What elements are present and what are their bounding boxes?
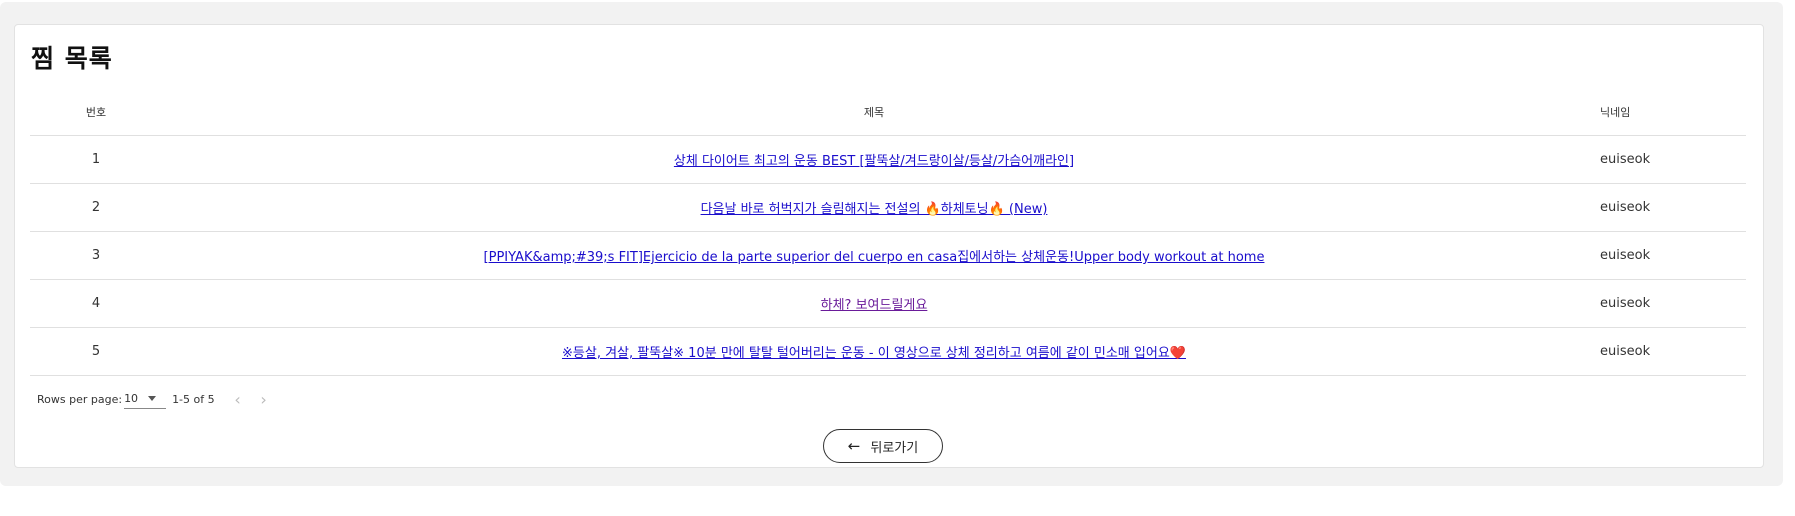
- table-row: 4 하체? 보여드릴게요 euiseok: [30, 279, 1746, 328]
- chevron-left-icon[interactable]: ‹: [225, 387, 251, 411]
- rows-per-page-value: 10: [124, 391, 139, 405]
- table-row: 1 상체 다이어트 최고의 운동 BEST [팔뚝살/겨드랑이살/등살/가슴어깨…: [30, 135, 1746, 184]
- table-row: 2 다음날 바로 허벅지가 슬림해지는 전설의 🔥하체토닝🔥 (New) eui…: [30, 183, 1746, 232]
- table-header-row: 번호 제목 닉네임: [30, 89, 1746, 136]
- arrow-left-icon: ←: [847, 437, 861, 455]
- page-background: 찜 목록 번호 제목 닉네임 1 상체 다이어트 최고의 운동 BEST [팔뚝…: [0, 2, 1783, 486]
- wishlist-table: 번호 제목 닉네임 1 상체 다이어트 최고의 운동 BEST [팔뚝살/겨드랑…: [30, 89, 1746, 376]
- rows-per-page-select[interactable]: 10: [124, 390, 167, 409]
- row-title-link[interactable]: [PPIYAK&amp;#39;s FIT]Ejercicio de la pa…: [484, 250, 1265, 265]
- caret-down-icon: [148, 395, 157, 401]
- page-range-text: 1-5 of 5: [172, 392, 215, 406]
- wishlist-card: 찜 목록 번호 제목 닉네임 1 상체 다이어트 최고의 운동 BEST [팔뚝…: [14, 24, 1764, 468]
- row-title-link[interactable]: 다음날 바로 허벅지가 슬림해지는 전설의 🔥하체토닝🔥 (New): [701, 202, 1048, 217]
- table-row: 5 ※등살, 겨살, 팔뚝살※ 10분 만에 탈탈 털어버리는 운동 - 이 영…: [30, 327, 1746, 376]
- row-nickname: euiseok: [1586, 231, 1746, 280]
- row-number: 3: [30, 231, 162, 280]
- table-pagination: Rows per page: 10 1-5 of 5 ‹ ›: [37, 385, 277, 413]
- row-number: 1: [30, 135, 162, 184]
- row-title-link[interactable]: 상체 다이어트 최고의 운동 BEST [팔뚝살/겨드랑이살/등살/가슴어깨라인…: [674, 154, 1074, 169]
- row-nickname: euiseok: [1586, 279, 1746, 328]
- row-nickname: euiseok: [1586, 135, 1746, 184]
- row-number: 2: [30, 183, 162, 232]
- chevron-right-icon[interactable]: ›: [251, 387, 277, 411]
- row-title-link[interactable]: 하체? 보여드릴게요: [821, 298, 928, 313]
- row-title-link[interactable]: ※등살, 겨살, 팔뚝살※ 10분 만에 탈탈 털어버리는 운동 - 이 영상으…: [562, 346, 1186, 361]
- header-nickname: 닉네임: [1586, 89, 1746, 136]
- page-title: 찜 목록: [31, 44, 113, 73]
- table-row: 3 [PPIYAK&amp;#39;s FIT]Ejercicio de la …: [30, 231, 1746, 280]
- back-button[interactable]: ← 뒤로가기: [823, 429, 943, 463]
- row-nickname: euiseok: [1586, 327, 1746, 376]
- rows-per-page-label: Rows per page:: [37, 392, 123, 406]
- header-title: 제목: [162, 89, 1586, 136]
- row-number: 5: [30, 327, 162, 376]
- header-number: 번호: [30, 89, 162, 136]
- row-nickname: euiseok: [1586, 183, 1746, 232]
- back-button-label: 뒤로가기: [870, 440, 919, 456]
- row-number: 4: [30, 279, 162, 328]
